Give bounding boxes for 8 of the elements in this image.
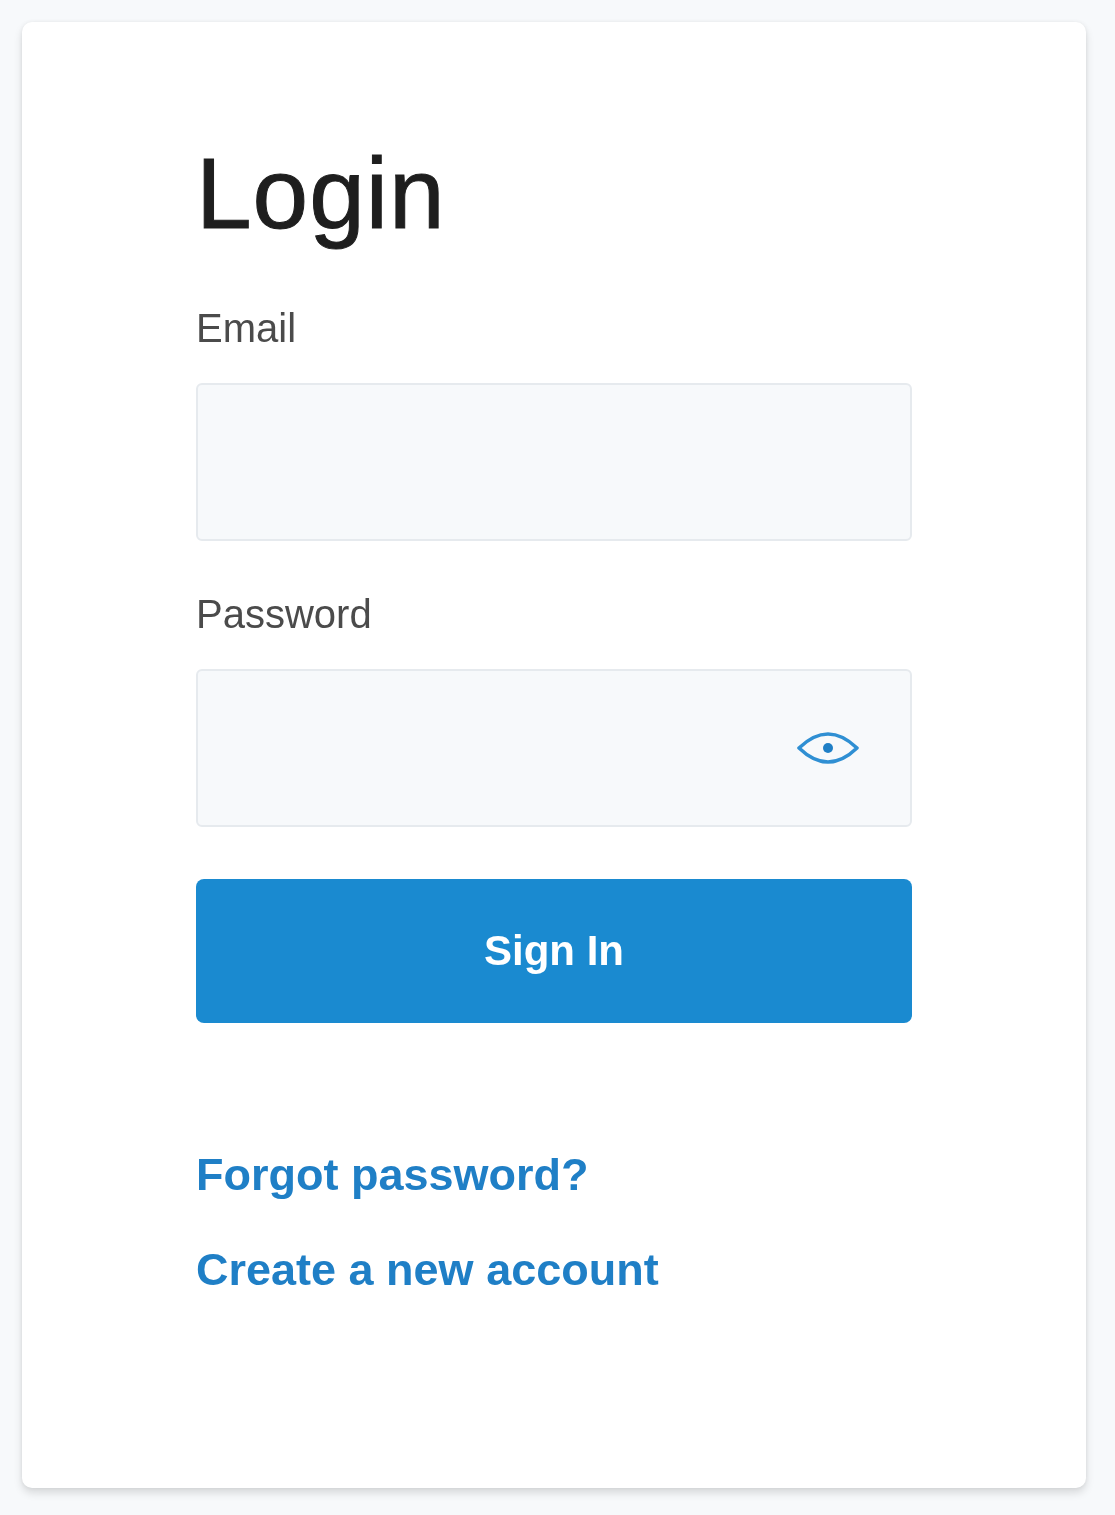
field-label: Password — [196, 591, 372, 637]
text-link[interactable]: Create a new account — [196, 1244, 659, 1296]
sign-in-button[interactable]: Sign In — [196, 879, 912, 1023]
email-field[interactable] — [196, 383, 912, 541]
field-label: Email — [196, 305, 297, 351]
text-link[interactable]: Forgot password? — [196, 1149, 589, 1201]
password-field[interactable] — [196, 669, 912, 827]
page-title: Login — [196, 136, 446, 251]
